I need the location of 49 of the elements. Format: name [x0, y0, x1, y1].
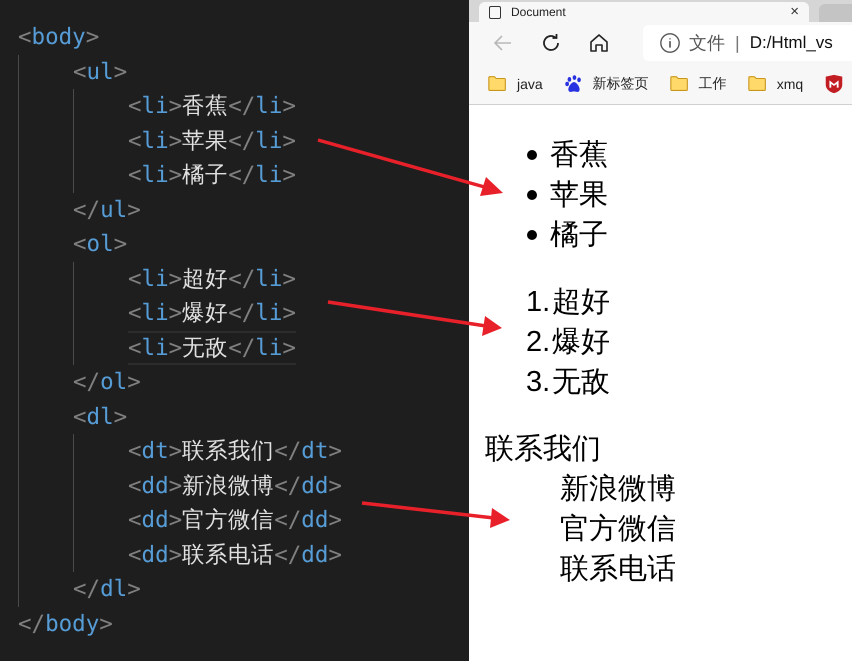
- list-item-text: 无敌: [552, 365, 610, 400]
- code-line: </dl>: [73, 575, 141, 604]
- code-line: </ul>: [73, 196, 141, 224]
- definition-description: 官方微信: [559, 512, 677, 547]
- code-line: <dt>联系我们</dt>: [128, 437, 342, 466]
- list-item-text: 香蕉: [550, 138, 608, 173]
- code-line: <li>无敌</li>: [128, 330, 296, 365]
- bullet-icon: [527, 230, 537, 240]
- code-line: <dd>联系电话</dd>: [128, 540, 342, 570]
- separator: |: [735, 32, 740, 54]
- code-line: <li>苹果</li>: [128, 126, 296, 156]
- code-line: <li>爆好</li>: [128, 299, 296, 328]
- definition-description: 联系电话: [559, 552, 677, 587]
- code-line: <ul>: [73, 58, 128, 86]
- definition-description: 新浪微博: [559, 472, 677, 507]
- definition-term: 联系我们: [485, 432, 602, 467]
- list-number: 2.: [526, 326, 550, 358]
- shield-icon[interactable]: [823, 73, 846, 95]
- code-line: <li>超好</li>: [128, 264, 296, 294]
- list-number: 3.: [526, 366, 550, 398]
- bookmark[interactable]: xmq: [746, 73, 804, 95]
- list-item-text: 爆好: [552, 325, 610, 360]
- list-item-text: 超好: [552, 285, 610, 320]
- code-line: </body>: [18, 610, 113, 638]
- bullet-icon: [527, 190, 537, 200]
- bookmark[interactable]: java: [487, 73, 543, 95]
- info-icon[interactable]: [659, 32, 681, 54]
- bookmark[interactable]: 工作: [668, 73, 727, 95]
- code-line: <li>橘子</li>: [128, 161, 296, 190]
- security-label: 文件: [689, 32, 725, 55]
- page-icon: [489, 6, 501, 18]
- code-line: <dl>: [73, 402, 128, 432]
- code-line: </ol>: [73, 368, 141, 397]
- code-line: <li>香蕉</li>: [128, 92, 296, 121]
- home-icon[interactable]: [587, 31, 611, 55]
- url-text: D:/Html_vs: [750, 33, 834, 53]
- close-tab-button[interactable]: ×: [790, 3, 799, 21]
- code-line: <ol>: [73, 230, 128, 259]
- address-bar[interactable]: 文件 | D:/Html_vs: [643, 25, 852, 61]
- tab-title: Document: [511, 5, 567, 19]
- code-line: <dd>官方微信</dd>: [128, 506, 342, 535]
- browser-tab[interactable]: Document ×: [479, 2, 809, 22]
- code-line: <dd>新浪微博</dd>: [128, 472, 342, 500]
- list-number: 1.: [526, 286, 550, 318]
- code-line: <body>: [18, 23, 100, 52]
- bullet-icon: [527, 150, 537, 160]
- list-item-text: 苹果: [550, 178, 608, 213]
- bookmark[interactable]: 新标签页: [562, 73, 649, 95]
- list-item-text: 橘子: [550, 218, 608, 253]
